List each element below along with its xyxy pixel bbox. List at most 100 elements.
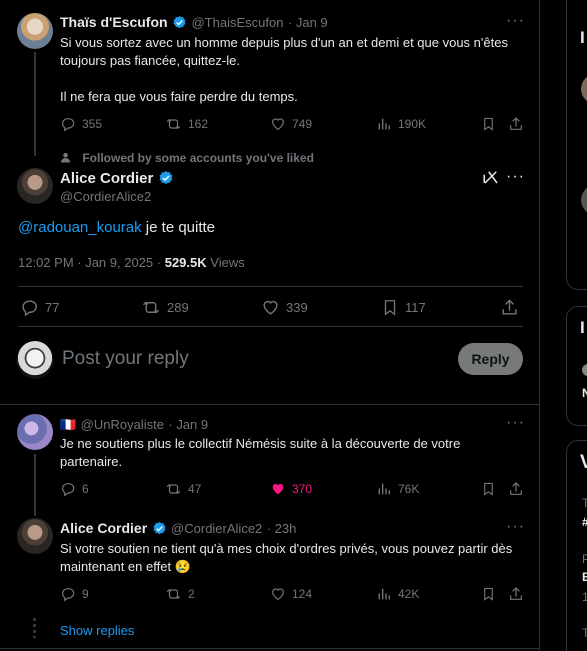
views-count: 529.5K bbox=[164, 255, 207, 270]
divider bbox=[0, 648, 540, 649]
views-icon bbox=[378, 588, 390, 600]
parent-tweet-text: Si vous sortez avec un homme depuis plus… bbox=[60, 35, 508, 104]
sidebar-text: P bbox=[582, 552, 587, 566]
views-action[interactable]: 190K bbox=[376, 116, 426, 132]
author-handle[interactable]: @CordierAlice2 bbox=[60, 189, 151, 204]
tweet-date[interactable]: · Jan 9 bbox=[168, 417, 208, 432]
user-avatar[interactable] bbox=[16, 341, 54, 379]
share-action[interactable] bbox=[508, 481, 524, 497]
divider bbox=[18, 286, 523, 287]
views-icon bbox=[378, 118, 390, 130]
bookmark-action[interactable] bbox=[481, 116, 496, 132]
bookmark-icon bbox=[484, 117, 493, 131]
show-replies-link[interactable]: Show replies bbox=[60, 623, 134, 638]
views-action[interactable]: 42K bbox=[376, 586, 419, 602]
sidebar-text: E bbox=[582, 570, 587, 584]
share-action[interactable] bbox=[508, 586, 524, 602]
repost-action[interactable]: 289 bbox=[141, 298, 189, 317]
reply-icon bbox=[62, 118, 75, 132]
like-action[interactable]: 370 bbox=[270, 481, 312, 497]
share-icon bbox=[510, 482, 522, 495]
flag-icon: 🇫🇷 bbox=[60, 417, 77, 432]
author-name[interactable]: Alice Cordier bbox=[60, 170, 153, 187]
grok-icon[interactable] bbox=[482, 168, 500, 191]
tweet-date[interactable]: · 23h bbox=[267, 521, 297, 536]
reply-icon bbox=[62, 483, 75, 497]
person-icon bbox=[60, 152, 71, 163]
author-handle[interactable]: @CordierAlice2 bbox=[171, 521, 262, 536]
verified-badge-icon bbox=[159, 171, 173, 185]
reply-action[interactable]: 77 bbox=[20, 298, 59, 317]
more-icon[interactable]: ··· bbox=[506, 414, 525, 432]
like-action[interactable]: 749 bbox=[270, 116, 312, 132]
repost-action[interactable]: 47 bbox=[165, 481, 201, 497]
author-name[interactable]: Alice Cordier bbox=[60, 520, 147, 536]
avatar-thais[interactable] bbox=[17, 13, 53, 49]
bookmark-action[interactable] bbox=[481, 481, 496, 497]
parent-tweet-header: Thaïs d'Escufon @ThaisEscufon · Jan 9 bbox=[60, 14, 328, 32]
repost-action[interactable]: 2 bbox=[165, 586, 195, 602]
repost-icon bbox=[142, 301, 160, 314]
share-action[interactable] bbox=[508, 116, 524, 132]
like-action[interactable]: 124 bbox=[270, 586, 312, 602]
reply-button[interactable]: Reply bbox=[458, 343, 523, 375]
tweet-timestamp[interactable]: 12:02 PM · Jan 9, 2025 · bbox=[18, 255, 161, 270]
repost-icon bbox=[166, 589, 181, 599]
reply-icon bbox=[22, 300, 37, 317]
views-label: Views bbox=[210, 255, 245, 270]
heart-icon bbox=[272, 118, 284, 131]
avatar-alice[interactable] bbox=[17, 518, 53, 554]
views-icon bbox=[378, 483, 390, 495]
reply-action[interactable]: 355 bbox=[60, 116, 102, 132]
share-action[interactable] bbox=[500, 298, 519, 317]
reply2-header: Alice Cordier @CordierAlice2 · 23h bbox=[60, 520, 296, 538]
reply1-text: Je ne soutiens plus le collectif Némésis… bbox=[60, 436, 461, 469]
author-handle[interactable]: @ThaisEscufon bbox=[191, 15, 283, 30]
author-name[interactable]: Thaïs d'Escufon bbox=[60, 14, 168, 30]
bookmark-icon bbox=[484, 482, 493, 496]
main-tweet-author: Alice Cordier bbox=[60, 170, 174, 188]
more-icon[interactable]: ··· bbox=[506, 168, 525, 186]
sidebar-card-title: I bbox=[580, 28, 585, 47]
timeline: Thaïs d'Escufon @ThaisEscufon · Jan 9 ··… bbox=[0, 0, 540, 651]
tweet-date[interactable]: · Jan 9 bbox=[288, 15, 328, 30]
heart-filled-icon bbox=[272, 484, 284, 495]
social-context: Followed by some accounts you've liked bbox=[60, 151, 314, 165]
sidebar-text: 1 bbox=[582, 590, 587, 604]
views-action[interactable]: 76K bbox=[376, 481, 419, 497]
verified-badge-icon bbox=[153, 521, 166, 535]
repost-action[interactable]: 162 bbox=[165, 116, 208, 132]
avatar-unroyaliste[interactable] bbox=[17, 414, 53, 450]
sidebar-avatar bbox=[582, 364, 587, 376]
reply-action[interactable]: 9 bbox=[60, 586, 89, 602]
reply2-text: Si votre soutien ne tient qu'à mes choix… bbox=[60, 541, 513, 574]
heart-icon bbox=[263, 300, 278, 315]
avatar-alice[interactable] bbox=[17, 168, 53, 204]
reply-action[interactable]: 6 bbox=[60, 481, 89, 497]
like-action[interactable]: 339 bbox=[261, 298, 308, 317]
bookmark-action[interactable]: 117 bbox=[381, 298, 426, 317]
share-icon bbox=[502, 299, 517, 315]
bookmark-action[interactable] bbox=[481, 586, 496, 602]
sidebar-text: # bbox=[582, 515, 587, 529]
main-tweet-text: @radouan_kourak je te quitte bbox=[18, 219, 216, 236]
tweet-meta: 12:02 PM · Jan 9, 2025 · 529.5K Views bbox=[18, 255, 245, 270]
sidebar-card-title: V bbox=[580, 452, 587, 473]
crying-emoji: 😢 bbox=[174, 559, 191, 574]
divider bbox=[0, 404, 540, 405]
reply1-header: 🇫🇷 @UnRoyaliste · Jan 9 bbox=[60, 416, 208, 434]
reply-input[interactable]: Post your reply bbox=[62, 348, 189, 370]
sidebar-card-title: I bbox=[580, 318, 585, 337]
thread-line bbox=[34, 52, 36, 156]
author-handle[interactable]: @UnRoyaliste bbox=[81, 417, 164, 432]
bookmark-icon bbox=[484, 587, 493, 601]
mention-link[interactable]: @radouan_kourak bbox=[18, 219, 142, 236]
more-icon[interactable]: ··· bbox=[506, 518, 525, 536]
bookmark-icon bbox=[384, 300, 396, 316]
share-icon bbox=[510, 117, 522, 130]
reply-icon bbox=[62, 588, 75, 602]
thread-dots-icon bbox=[33, 618, 36, 638]
more-icon[interactable]: ··· bbox=[506, 12, 525, 30]
divider bbox=[18, 326, 523, 327]
sidebar-text: T bbox=[582, 496, 587, 510]
